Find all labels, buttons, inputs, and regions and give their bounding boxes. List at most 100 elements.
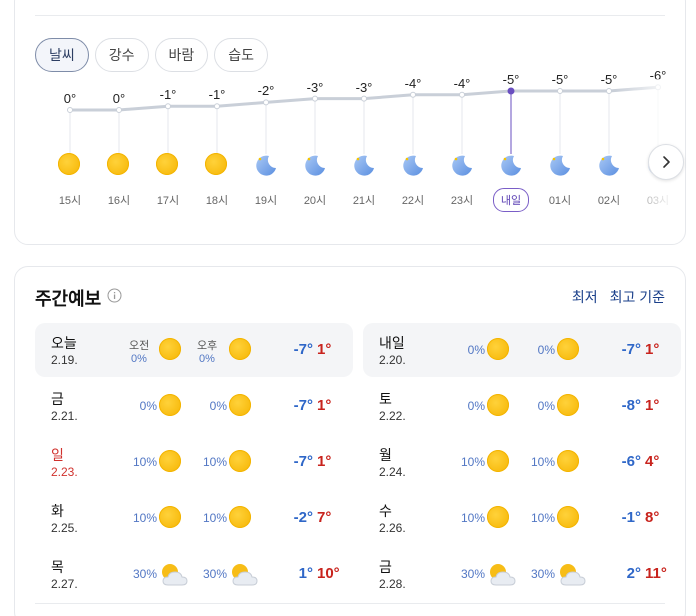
- sun-icon: [229, 338, 251, 360]
- day-row[interactable]: 금 2.21. 0% 0% -7° 1°: [35, 379, 353, 433]
- sun-icon: [159, 450, 181, 472]
- partly-cloudy-icon: [232, 564, 258, 586]
- hour-label: 16시: [94, 192, 144, 208]
- am-precip: 30%: [460, 567, 485, 581]
- pm-precip: 0%: [537, 399, 555, 413]
- moon-icon: [354, 155, 374, 176]
- day-name: 일: [51, 447, 64, 463]
- weekly-legend: 최저 최고 기준: [564, 287, 665, 307]
- weekly-forecast-card: 주간예보 최저 최고 기준 오늘 2.19. 오전 0% 오후 0% -7° 1° 내일 2.20…: [14, 266, 686, 616]
- pm-weather-icon-wrap: [557, 338, 581, 362]
- hour-label: 21시: [339, 192, 389, 208]
- sun-icon: [487, 338, 509, 360]
- day-name: 금: [51, 391, 64, 407]
- min-temp: -7°: [293, 341, 313, 358]
- am-precip: 10%: [132, 511, 157, 525]
- max-temp: 1°: [317, 397, 332, 414]
- info-icon[interactable]: [107, 288, 122, 303]
- hour-label: 18시: [192, 192, 242, 208]
- hour-label-text: 내일: [492, 188, 530, 212]
- pm-precip: 0%: [537, 343, 555, 357]
- min-temp: -7°: [293, 397, 313, 414]
- pm-weather-icon-wrap: [229, 506, 253, 530]
- am-weather-icon-wrap: [159, 562, 188, 586]
- hour-label-text: 16시: [107, 195, 131, 207]
- am-weather-icon-wrap: [487, 450, 511, 474]
- am-weather-icon-wrap: [487, 562, 516, 586]
- day-row[interactable]: 목 2.27. 30% 30% 1° 10°: [35, 547, 353, 601]
- pm-weather-icon-wrap: [557, 394, 581, 418]
- am-precip: 0%: [139, 399, 157, 413]
- day-row[interactable]: 월 2.24. 10% 10% -6° 4°: [363, 435, 681, 489]
- day-name: 내일: [379, 335, 405, 351]
- day-date: 2.19.: [51, 353, 78, 367]
- hour-label-text: 19시: [254, 195, 278, 207]
- day-row[interactable]: 오늘 2.19. 오전 0% 오후 0% -7° 1°: [35, 323, 353, 377]
- sun-icon: [58, 153, 80, 175]
- hour-label-text: 18시: [205, 195, 229, 207]
- pm-weather-icon-wrap: [557, 562, 586, 586]
- day-row[interactable]: 내일 2.20. 0% 0% -7° 1°: [363, 323, 681, 377]
- am-weather-icon-wrap: [159, 450, 183, 474]
- min-temp: -1°: [621, 509, 641, 526]
- day-date: 2.21.: [51, 409, 78, 423]
- hour-column: -5° 01시: [535, 0, 585, 246]
- am-precip: 10%: [132, 455, 157, 469]
- hour-label: 20시: [290, 192, 340, 208]
- max-temp: 4°: [645, 453, 660, 470]
- hour-temperature: -1°: [159, 87, 177, 103]
- hour-icon-wrap: [58, 153, 82, 177]
- weekly-title: 주간예보: [35, 289, 102, 309]
- day-row[interactable]: 수 2.26. 10% 10% -1° 8°: [363, 491, 681, 545]
- sun-icon: [229, 506, 251, 528]
- day-date: 2.22.: [379, 409, 406, 423]
- partly-cloudy-icon: [560, 564, 586, 586]
- pm-precip: 30%: [202, 567, 227, 581]
- moon-icon: [550, 155, 570, 176]
- day-name: 화: [51, 503, 64, 519]
- am-precip: 10%: [460, 455, 485, 469]
- day-date: 2.27.: [51, 577, 78, 591]
- day-row[interactable]: 토 2.22. 0% 0% -8° 1°: [363, 379, 681, 433]
- hour-icon-wrap: [303, 153, 327, 177]
- pm-weather-icon-wrap: [229, 450, 253, 474]
- hour-temperature: -4°: [404, 75, 422, 91]
- hour-icon-wrap: [107, 153, 131, 177]
- am-precip: 0%: [467, 399, 485, 413]
- chevron-right-icon: [663, 156, 670, 168]
- day-row[interactable]: 일 2.23. 10% 10% -7° 1°: [35, 435, 353, 489]
- day-row[interactable]: 화 2.25. 10% 10% -2° 7°: [35, 491, 353, 545]
- sun-icon: [487, 450, 509, 472]
- hour-temperature: 0°: [112, 91, 126, 106]
- max-temp: 1°: [645, 341, 660, 358]
- hour-icon-wrap: [156, 153, 180, 177]
- am-weather-icon-wrap: [159, 394, 183, 418]
- sun-icon: [229, 450, 251, 472]
- sun-icon: [107, 153, 129, 175]
- pm-weather-icon-wrap: [229, 338, 253, 362]
- hourly-timeline[interactable]: 0° 15시 0° 16시 -1° 17시 -1° 18시 -2° 19시 -3° 20시 -3° 21시…: [15, 0, 687, 246]
- hour-temperature: -5°: [502, 72, 520, 87]
- am-precip: 0%: [467, 343, 485, 357]
- hour-column: -5° 내일: [486, 0, 536, 246]
- am-precip: 30%: [132, 567, 157, 581]
- am-weather-icon-wrap: [487, 338, 511, 362]
- hour-temperature: -1°: [208, 87, 226, 103]
- day-row[interactable]: 금 2.28. 30% 30% 2° 11°: [363, 547, 681, 601]
- hour-column: -4° 23시: [437, 0, 487, 246]
- hour-label-text: 20시: [303, 195, 327, 207]
- partly-cloudy-icon: [162, 564, 188, 586]
- am-weather-icon-wrap: [159, 506, 183, 530]
- sun-icon: [205, 153, 227, 175]
- day-name: 목: [51, 559, 64, 575]
- day-name: 오늘: [51, 335, 77, 351]
- next-button[interactable]: [648, 144, 684, 180]
- sun-icon: [487, 394, 509, 416]
- hour-temperature: -5°: [551, 72, 569, 87]
- am-weather-icon-wrap: [487, 394, 511, 418]
- hour-icon-wrap: [499, 153, 523, 177]
- hour-label-text: 15시: [58, 195, 82, 207]
- hour-icon-wrap: [401, 153, 425, 177]
- hour-column: -3° 20시: [290, 0, 340, 246]
- hour-label-text: 17시: [156, 195, 180, 207]
